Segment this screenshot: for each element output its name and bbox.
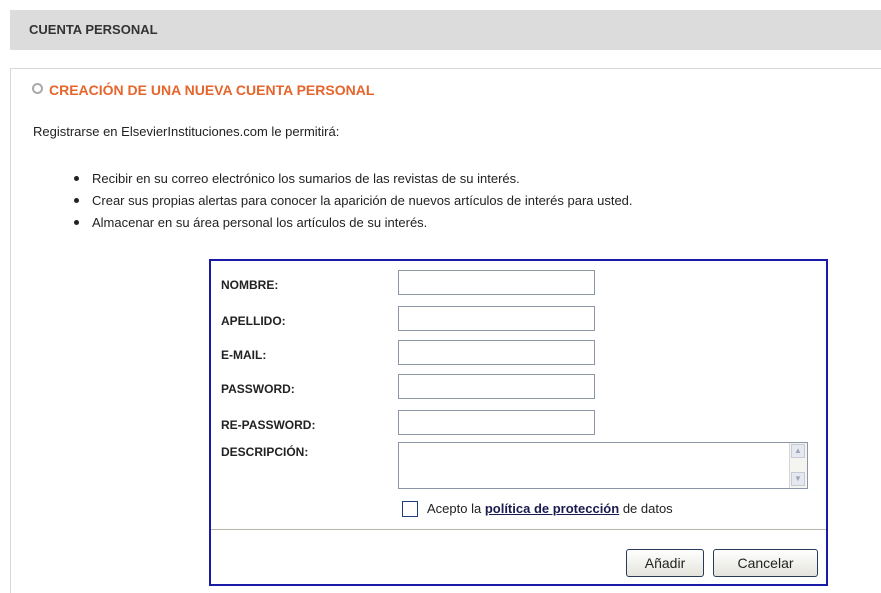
section-title-text: CREACIÓN DE UNA NUEVA CUENTA PERSONAL — [49, 82, 375, 98]
descripcion-label: DESCRIPCIÓN: — [221, 445, 309, 459]
section-title: CREACIÓN DE UNA NUEVA CUENTA PERSONAL — [32, 82, 374, 98]
apellido-label: APELLIDO: — [221, 314, 286, 328]
scroll-down-icon[interactable]: ▼ — [791, 472, 805, 486]
accept-suffix: de datos — [622, 501, 673, 516]
benefit-item: Recibir en su correo electrónico los sum… — [74, 170, 633, 192]
cancel-button[interactable]: Cancelar — [713, 549, 818, 577]
page-title: CUENTA PERSONAL — [29, 22, 158, 37]
repassword-label: RE-PASSWORD: — [221, 418, 316, 432]
benefit-item: Almacenar en su área personal los artícu… — [74, 214, 633, 236]
nombre-input[interactable] — [398, 270, 595, 295]
benefit-item: Crear sus propias alertas para conocer l… — [74, 192, 633, 214]
password-input[interactable] — [398, 374, 595, 399]
privacy-policy-link[interactable]: política de protección — [485, 501, 619, 516]
benefits-list: Recibir en su correo electrónico los sum… — [74, 170, 633, 236]
form-divider — [211, 529, 826, 530]
descripcion-textarea[interactable]: ▲ ▼ — [398, 442, 808, 489]
apellido-input[interactable] — [398, 306, 595, 331]
repassword-input[interactable] — [398, 410, 595, 435]
scroll-up-icon[interactable]: ▲ — [791, 444, 805, 458]
circle-bullet-icon — [32, 83, 43, 94]
accept-policy-checkbox[interactable] — [402, 501, 418, 517]
intro-text: Registrarse en ElsevierInstituciones.com… — [33, 124, 340, 139]
nombre-label: NOMBRE: — [221, 278, 279, 292]
accept-policy-label: Acepto la política de protección de dato… — [427, 501, 673, 517]
password-label: PASSWORD: — [221, 382, 295, 396]
add-button[interactable]: Añadir — [626, 549, 704, 577]
email-input[interactable] — [398, 340, 595, 365]
page-header: CUENTA PERSONAL — [10, 10, 881, 50]
textarea-scrollbar[interactable]: ▲ ▼ — [789, 443, 807, 488]
registration-form: NOMBRE: APELLIDO: E-MAIL: PASSWORD: RE-P… — [209, 259, 828, 586]
email-label: E-MAIL: — [221, 348, 267, 362]
accept-prefix: Acepto la — [427, 501, 482, 516]
